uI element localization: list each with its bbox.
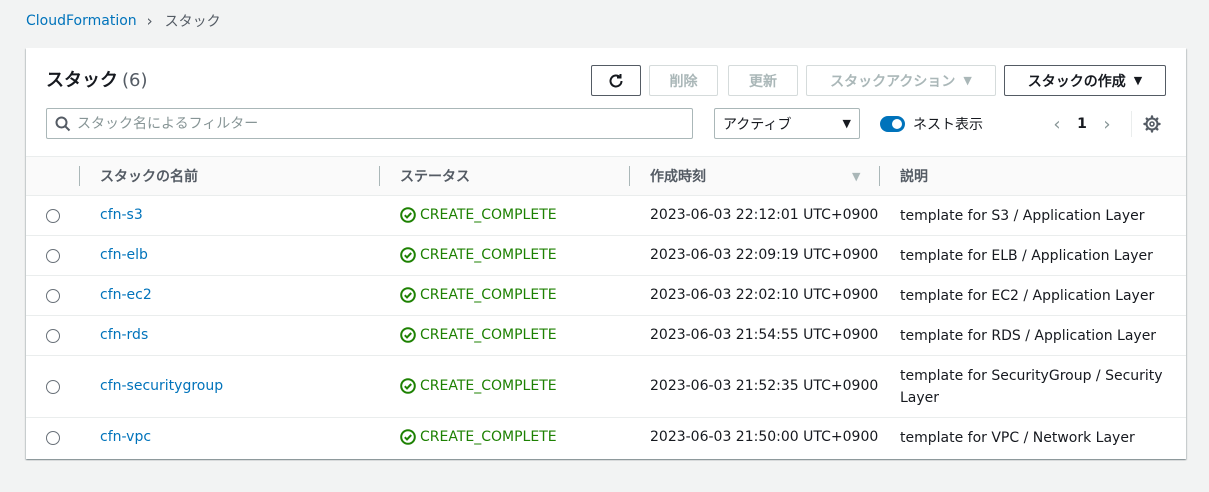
row-select-radio[interactable] — [46, 249, 60, 263]
column-divider[interactable] — [629, 166, 630, 186]
column-divider[interactable] — [879, 166, 880, 186]
creation-time: 2023-06-03 22:09:19 UTC+0900 — [650, 247, 879, 263]
status-text: CREATE_COMPLETE — [420, 287, 557, 303]
table-header: スタックの名前 ステータス 作成時刻 ▼ 説明 — [26, 156, 1186, 196]
stack-actions-label: スタックアクション — [830, 73, 956, 90]
check-circle-icon — [400, 327, 416, 343]
sort-descending-icon[interactable]: ▼ — [852, 170, 860, 183]
caret-down-icon: ▼ — [842, 117, 851, 130]
column-header-created[interactable]: 作成時刻 — [650, 157, 706, 195]
column-header-status[interactable]: ステータス — [400, 157, 470, 195]
breadcrumb-current: スタック — [164, 14, 221, 30]
stack-status: CREATE_COMPLETE — [400, 247, 557, 263]
search-input[interactable] — [77, 115, 667, 132]
stack-description: template for ELB / Application Layer — [900, 248, 1153, 264]
column-divider[interactable] — [379, 166, 380, 186]
search-icon — [55, 116, 71, 131]
caret-down-icon: ▼ — [1133, 74, 1143, 87]
create-stack-button[interactable]: スタックの作成 ▼ — [1004, 65, 1166, 96]
stack-filter — [46, 108, 693, 139]
refresh-button[interactable] — [591, 65, 641, 96]
refresh-icon — [609, 73, 623, 87]
stack-name-link[interactable]: cfn-securitygroup — [100, 378, 223, 394]
breadcrumb-cloudformation-link[interactable]: CloudFormation — [26, 13, 137, 29]
stacks-table-body: cfn-s3 CREATE_COMPLETE 2023-06-03 22:12:… — [26, 196, 1186, 458]
check-circle-icon — [400, 378, 416, 394]
breadcrumb: CloudFormation › スタック — [26, 12, 221, 30]
page-title: スタック (6) — [46, 66, 148, 92]
table-row: cfn-securitygroup CREATE_COMPLETE 2023-0… — [26, 356, 1186, 418]
create-stack-label: スタックの作成 — [1027, 73, 1126, 90]
creation-time: 2023-06-03 22:12:01 UTC+0900 — [650, 207, 879, 223]
check-circle-icon — [400, 247, 416, 263]
status-filter-select[interactable]: アクティブ ▼ — [714, 108, 860, 139]
delete-button[interactable]: 削除 — [649, 65, 718, 96]
panel-title-text: スタック — [46, 70, 118, 91]
stack-description: template for RDS / Application Layer — [900, 328, 1157, 344]
stacks-panel: スタック(6) 削除 更新 スタックアクション ▼ スタックの作成 ▼ アクティ… — [26, 48, 1186, 459]
stack-description: template for VPC / Network Layer — [900, 430, 1135, 446]
column-header-name[interactable]: スタックの名前 — [100, 157, 198, 195]
stack-status: CREATE_COMPLETE — [400, 207, 557, 223]
check-circle-icon — [400, 287, 416, 303]
stack-name-link[interactable]: cfn-ec2 — [100, 287, 152, 303]
column-divider — [79, 166, 80, 186]
toggle-switch[interactable] — [880, 116, 905, 132]
stack-status: CREATE_COMPLETE — [400, 327, 557, 343]
stack-name-link[interactable]: cfn-elb — [100, 247, 148, 263]
stack-name-link[interactable]: cfn-rds — [100, 327, 148, 343]
column-header-description[interactable]: 説明 — [900, 157, 928, 195]
table-row: cfn-vpc CREATE_COMPLETE 2023-06-03 21:50… — [26, 418, 1186, 458]
row-select-radio[interactable] — [46, 329, 60, 343]
table-row: cfn-ec2 CREATE_COMPLETE 2023-06-03 22:02… — [26, 276, 1186, 316]
status-text: CREATE_COMPLETE — [420, 247, 557, 263]
check-circle-icon — [400, 207, 416, 223]
creation-time: 2023-06-03 21:50:00 UTC+0900 — [650, 429, 879, 445]
stack-name-link[interactable]: cfn-s3 — [100, 207, 143, 223]
stack-description: template for EC2 / Application Layer — [900, 288, 1155, 304]
creation-time: 2023-06-03 21:52:35 UTC+0900 — [650, 378, 879, 394]
status-text: CREATE_COMPLETE — [420, 378, 557, 394]
divider — [1131, 111, 1132, 137]
row-select-radio[interactable] — [46, 431, 60, 445]
status-text: CREATE_COMPLETE — [420, 429, 557, 445]
nested-view-label: ネスト表示 — [913, 117, 983, 133]
creation-time: 2023-06-03 21:54:55 UTC+0900 — [650, 327, 879, 343]
stack-name-link[interactable]: cfn-vpc — [100, 429, 151, 445]
stack-status: CREATE_COMPLETE — [400, 378, 557, 394]
pagination: ‹ 1 › — [1046, 112, 1118, 136]
check-circle-icon — [400, 429, 416, 445]
stack-actions-button[interactable]: スタックアクション ▼ — [806, 65, 996, 96]
stack-status: CREATE_COMPLETE — [400, 287, 557, 303]
table-row: cfn-rds CREATE_COMPLETE 2023-06-03 21:54… — [26, 316, 1186, 356]
caret-down-icon: ▼ — [963, 74, 972, 87]
chevron-right-icon[interactable]: › — [1096, 114, 1118, 135]
creation-time: 2023-06-03 22:02:10 UTC+0900 — [650, 287, 879, 303]
update-button[interactable]: 更新 — [728, 65, 798, 96]
stack-status: CREATE_COMPLETE — [400, 429, 557, 445]
table-row: cfn-s3 CREATE_COMPLETE 2023-06-03 22:12:… — [26, 196, 1186, 236]
row-select-radio[interactable] — [46, 380, 60, 394]
row-select-radio[interactable] — [46, 289, 60, 303]
nested-view-toggle[interactable]: ネスト表示 — [880, 114, 983, 134]
table-row: cfn-elb CREATE_COMPLETE 2023-06-03 22:09… — [26, 236, 1186, 276]
page-number[interactable]: 1 — [1068, 116, 1096, 132]
stack-count: (6) — [122, 70, 148, 91]
chevron-right-icon: › — [146, 12, 153, 30]
gear-icon[interactable] — [1143, 115, 1161, 133]
status-text: CREATE_COMPLETE — [420, 207, 557, 223]
row-select-radio[interactable] — [46, 209, 60, 223]
status-filter-value: アクティブ — [723, 116, 792, 133]
status-text: CREATE_COMPLETE — [420, 327, 557, 343]
chevron-left-icon[interactable]: ‹ — [1046, 114, 1068, 135]
stack-description: template for SecurityGroup / Security La… — [900, 368, 1163, 406]
stack-description: template for S3 / Application Layer — [900, 208, 1145, 224]
